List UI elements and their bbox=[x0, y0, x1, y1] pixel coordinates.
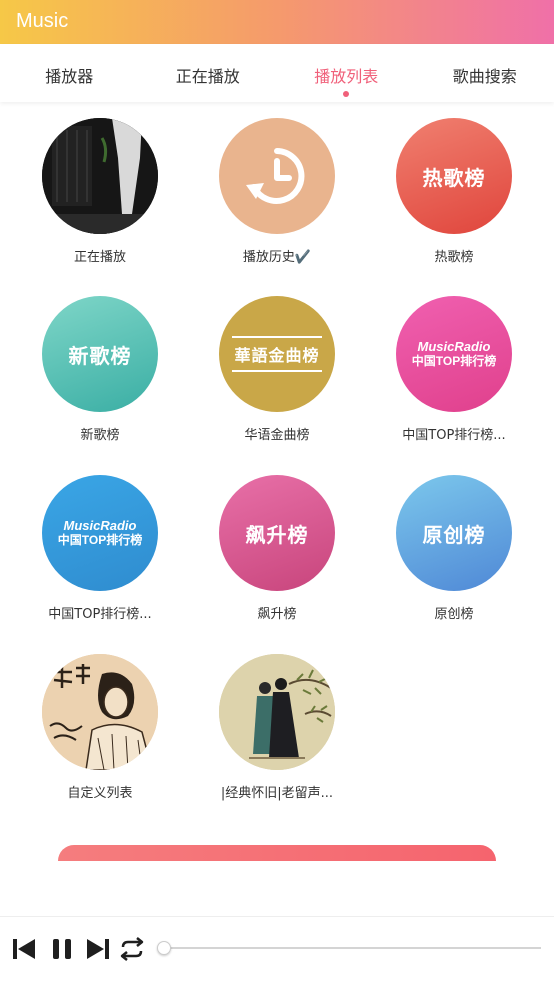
playlist-label: 播放历史✔️ bbox=[242, 250, 312, 265]
cover-image: MusicRadio 中国TOP排行榜 bbox=[42, 475, 158, 591]
tab-bar: 播放器 正在播放 播放列表 歌曲搜索 bbox=[0, 44, 554, 102]
cover-text: 華語金曲榜 bbox=[234, 346, 320, 365]
playlist-label: |经典怀旧|老留声... bbox=[220, 786, 334, 801]
cover-image: 原创榜 bbox=[396, 475, 512, 591]
cover-text: 飙升榜 bbox=[245, 522, 309, 547]
playlist-item-rising[interactable]: 飙升榜 飙升榜 bbox=[187, 459, 367, 637]
active-tab-indicator bbox=[343, 91, 350, 97]
cover-text: MusicRadio bbox=[63, 518, 137, 533]
tab-now-playing[interactable]: 正在播放 bbox=[139, 44, 278, 102]
cover-image: MusicRadio 中国TOP排行榜 bbox=[396, 296, 512, 412]
tab-label: 播放列表 bbox=[314, 67, 379, 86]
progress-track[interactable] bbox=[165, 947, 541, 949]
tab-player[interactable]: 播放器 bbox=[0, 44, 139, 102]
tab-label: 歌曲搜索 bbox=[452, 67, 517, 86]
playlist-item-chinese-gold[interactable]: 華語金曲榜 华语金曲榜 bbox=[187, 280, 367, 458]
cover-text: 中国TOP排行榜 bbox=[411, 354, 497, 368]
playlist-label: 华语金曲榜 bbox=[244, 428, 310, 443]
tab-label: 播放器 bbox=[45, 67, 94, 86]
playlist-item-classic-nostalgia[interactable]: |经典怀旧|老留声... bbox=[187, 638, 367, 816]
photo-dark-figure bbox=[42, 118, 158, 234]
playlist-label: 中国TOP排行榜... bbox=[402, 428, 506, 443]
cover-text: MusicRadio bbox=[417, 339, 491, 354]
skip-previous-icon[interactable] bbox=[10, 935, 38, 963]
cover-text: 新歌榜 bbox=[68, 343, 132, 368]
skip-next-icon[interactable] bbox=[84, 935, 112, 963]
playlist-grid: 正在播放 播放历史✔️ 热歌榜 热歌榜 新歌榜 新歌榜 華語金曲榜 华语金曲榜 bbox=[0, 102, 554, 832]
cover-image: 華語金曲榜 bbox=[219, 296, 335, 412]
cover-image bbox=[219, 118, 335, 234]
cover-image: 新歌榜 bbox=[42, 296, 158, 412]
app-bar: Music bbox=[0, 0, 554, 44]
history-clock-icon bbox=[246, 148, 305, 204]
playlist-item-hot-songs[interactable]: 热歌榜 热歌榜 bbox=[364, 102, 544, 280]
tab-song-search[interactable]: 歌曲搜索 bbox=[416, 44, 554, 102]
playlist-label: 中国TOP排行榜... bbox=[48, 607, 152, 622]
playlist-label: 新歌榜 bbox=[80, 428, 120, 443]
app-title: Music bbox=[16, 10, 69, 32]
cover-line bbox=[232, 336, 322, 338]
playlist-label: 原创榜 bbox=[434, 607, 474, 622]
repeat-icon[interactable] bbox=[118, 935, 146, 963]
portrait-sketch bbox=[42, 654, 158, 770]
cover-line bbox=[232, 370, 322, 372]
cover-image bbox=[42, 654, 158, 770]
playlist-item-china-top-1[interactable]: MusicRadio 中国TOP排行榜 中国TOP排行榜... bbox=[364, 280, 544, 458]
cover-text: 中国TOP排行榜 bbox=[57, 533, 143, 547]
playlist-item-custom[interactable]: 自定义列表 bbox=[10, 638, 190, 816]
cover-text: 热歌榜 bbox=[422, 165, 486, 190]
cover-image bbox=[42, 118, 158, 234]
playlist-item-original[interactable]: 原创榜 原创榜 bbox=[364, 459, 544, 637]
playlist-label: 热歌榜 bbox=[434, 250, 474, 265]
playlist-item-china-top-2[interactable]: MusicRadio 中国TOP排行榜 中国TOP排行榜... bbox=[10, 459, 190, 637]
playlist-item-now-playing[interactable]: 正在播放 bbox=[10, 102, 190, 280]
playlist-label: 自定义列表 bbox=[67, 786, 133, 801]
cover-image: 飙升榜 bbox=[219, 475, 335, 591]
illustration-couple bbox=[219, 654, 335, 770]
progress-thumb[interactable] bbox=[157, 941, 171, 955]
tab-playlists[interactable]: 播放列表 bbox=[277, 44, 416, 102]
tab-label: 正在播放 bbox=[175, 67, 240, 86]
playlist-label: 正在播放 bbox=[73, 250, 126, 265]
action-button[interactable] bbox=[58, 845, 496, 861]
player-bar bbox=[0, 916, 554, 986]
cover-text: 原创榜 bbox=[422, 522, 486, 547]
cover-image bbox=[219, 654, 335, 770]
pause-icon[interactable] bbox=[48, 935, 76, 963]
cover-image: 热歌榜 bbox=[396, 118, 512, 234]
playlist-item-new-songs[interactable]: 新歌榜 新歌榜 bbox=[10, 280, 190, 458]
playlist-label: 飙升榜 bbox=[257, 607, 297, 622]
playlist-item-history[interactable]: 播放历史✔️ bbox=[187, 102, 367, 280]
